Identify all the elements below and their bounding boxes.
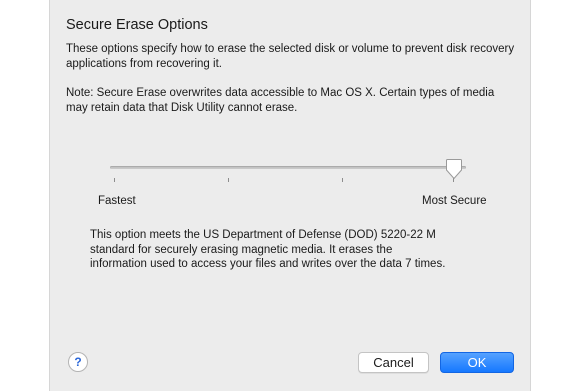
secure-erase-options-dialog: Secure Erase Options These options speci… — [49, 0, 531, 391]
slider-min-label: Fastest — [98, 195, 136, 207]
option-info-text: This option meets the US Department of D… — [90, 229, 446, 270]
slider-tick — [114, 178, 115, 182]
ok-button[interactable]: OK — [440, 352, 514, 373]
slider-tick — [228, 178, 229, 182]
cancel-button[interactable]: Cancel — [358, 352, 429, 373]
slider-track[interactable] — [110, 166, 466, 169]
dialog-description: These options specify how to erase the s… — [66, 43, 515, 70]
help-button[interactable]: ? — [68, 352, 88, 372]
dialog-title: Secure Erase Options — [66, 17, 208, 33]
dialog-note: Note: Secure Erase overwrites data acces… — [66, 87, 495, 114]
slider-max-label: Most Secure — [422, 195, 487, 207]
slider-thumb[interactable] — [445, 158, 463, 180]
security-level-slider[interactable] — [110, 158, 466, 186]
slider-tick — [342, 178, 343, 182]
